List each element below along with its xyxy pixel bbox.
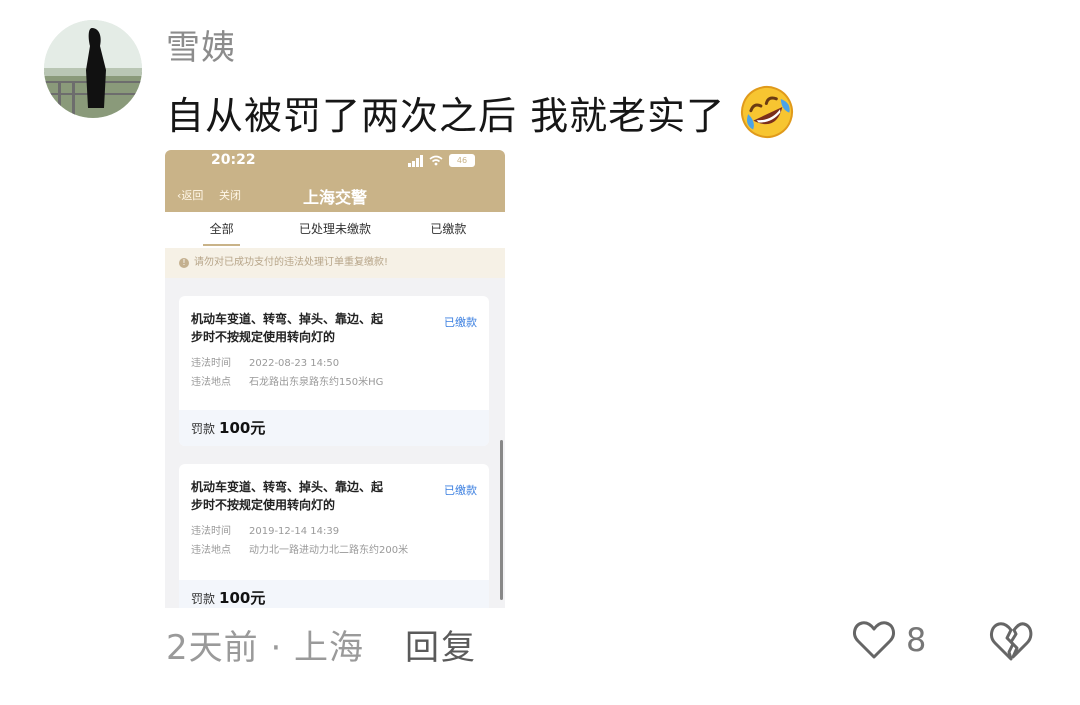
embedded-screenshot[interactable]: 20:22 46 ‹返回 关闭 上海交警 全部 已处理未缴款 已缴款 ! 请勿对… <box>165 150 505 608</box>
fine-amount: 100元 <box>219 419 266 437</box>
violation-place: 石龙路出东泉路东约150米HG <box>249 377 384 388</box>
tab-all[interactable]: 全部 <box>165 212 278 248</box>
violation-description-line: 机动车变道、转弯、掉头、靠边、起 <box>191 480 384 494</box>
battery-icon: 46 <box>449 154 475 167</box>
violation-time: 2019-12-14 14:39 <box>249 526 340 537</box>
fine-row: 罚款 100元 <box>179 410 489 446</box>
dislike-button[interactable] <box>988 620 1034 666</box>
tab-paid[interactable]: 已缴款 <box>392 212 505 248</box>
like-count: 8 <box>906 621 927 659</box>
status-badge: 已缴款 <box>444 484 477 497</box>
username[interactable]: 雪姨 <box>166 20 236 69</box>
violation-time: 2022-08-23 14:50 <box>249 358 340 369</box>
like-button[interactable]: 8 <box>852 620 926 660</box>
violation-description-line: 步时不按规定使用转向灯的 <box>191 498 336 512</box>
violation-card[interactable]: 机动车变道、转弯、掉头、靠边、起 步时不按规定使用转向灯的 已缴款 违法时间 20… <box>179 464 489 608</box>
notice-banner: ! 请勿对已成功支付的违法处理订单重复缴款! <box>165 248 505 278</box>
scrollbar[interactable] <box>500 440 503 600</box>
tab-unpaid[interactable]: 已处理未缴款 <box>278 212 391 248</box>
status-time: 20:22 <box>211 152 256 168</box>
avatar[interactable] <box>44 20 142 118</box>
time-label: 违法时间 <box>191 358 231 369</box>
app-title: 上海交警 <box>302 188 367 207</box>
violation-card[interactable]: 机动车变道、转弯、掉头、靠边、起 步时不按规定使用转向灯的 已缴款 违法时间 20… <box>179 296 489 446</box>
time-location: 2天前 · 上海 <box>166 628 365 668</box>
violation-description-line: 步时不按规定使用转向灯的 <box>191 330 336 344</box>
violation-description: 机动车变道、转弯、掉头、靠边、起 步时不按规定使用转向灯的 <box>191 478 444 514</box>
tab-bar: 全部 已处理未缴款 已缴款 <box>165 212 505 248</box>
app-navbar: ‹返回 关闭 上海交警 <box>165 176 505 212</box>
rolling-laughing-emoji-icon <box>739 84 795 140</box>
violation-description: 机动车变道、转弯、掉头、靠边、起 步时不按规定使用转向灯的 <box>191 310 444 346</box>
signal-icon <box>408 154 423 167</box>
time-label: 违法时间 <box>191 526 231 537</box>
violation-place: 动力北一路进动力北二路东约200米 <box>249 545 409 556</box>
status-badge: 已缴款 <box>444 316 477 329</box>
fine-row: 罚款 100元 <box>179 580 489 608</box>
place-label: 违法地点 <box>191 545 231 556</box>
info-icon: ! <box>179 258 189 268</box>
place-label: 违法地点 <box>191 377 231 388</box>
status-bar: 20:22 46 <box>165 150 505 176</box>
broken-heart-icon <box>990 622 1033 661</box>
violation-description-line: 机动车变道、转弯、掉头、靠边、起 <box>191 312 384 326</box>
fine-amount: 100元 <box>219 589 266 607</box>
comment-text: 自从被罚了两次之后 我就老实了 <box>166 93 726 138</box>
reply-button[interactable]: 回复 <box>405 620 477 669</box>
fine-label: 罚款 <box>191 422 216 436</box>
heart-icon <box>853 621 895 659</box>
comment-text-row: 自从被罚了两次之后 我就老实了 <box>166 84 795 140</box>
fine-label: 罚款 <box>191 592 216 606</box>
wifi-icon <box>429 155 443 166</box>
avatar-photo <box>44 20 142 118</box>
notice-text: 请勿对已成功支付的违法处理订单重复缴款! <box>194 257 389 268</box>
